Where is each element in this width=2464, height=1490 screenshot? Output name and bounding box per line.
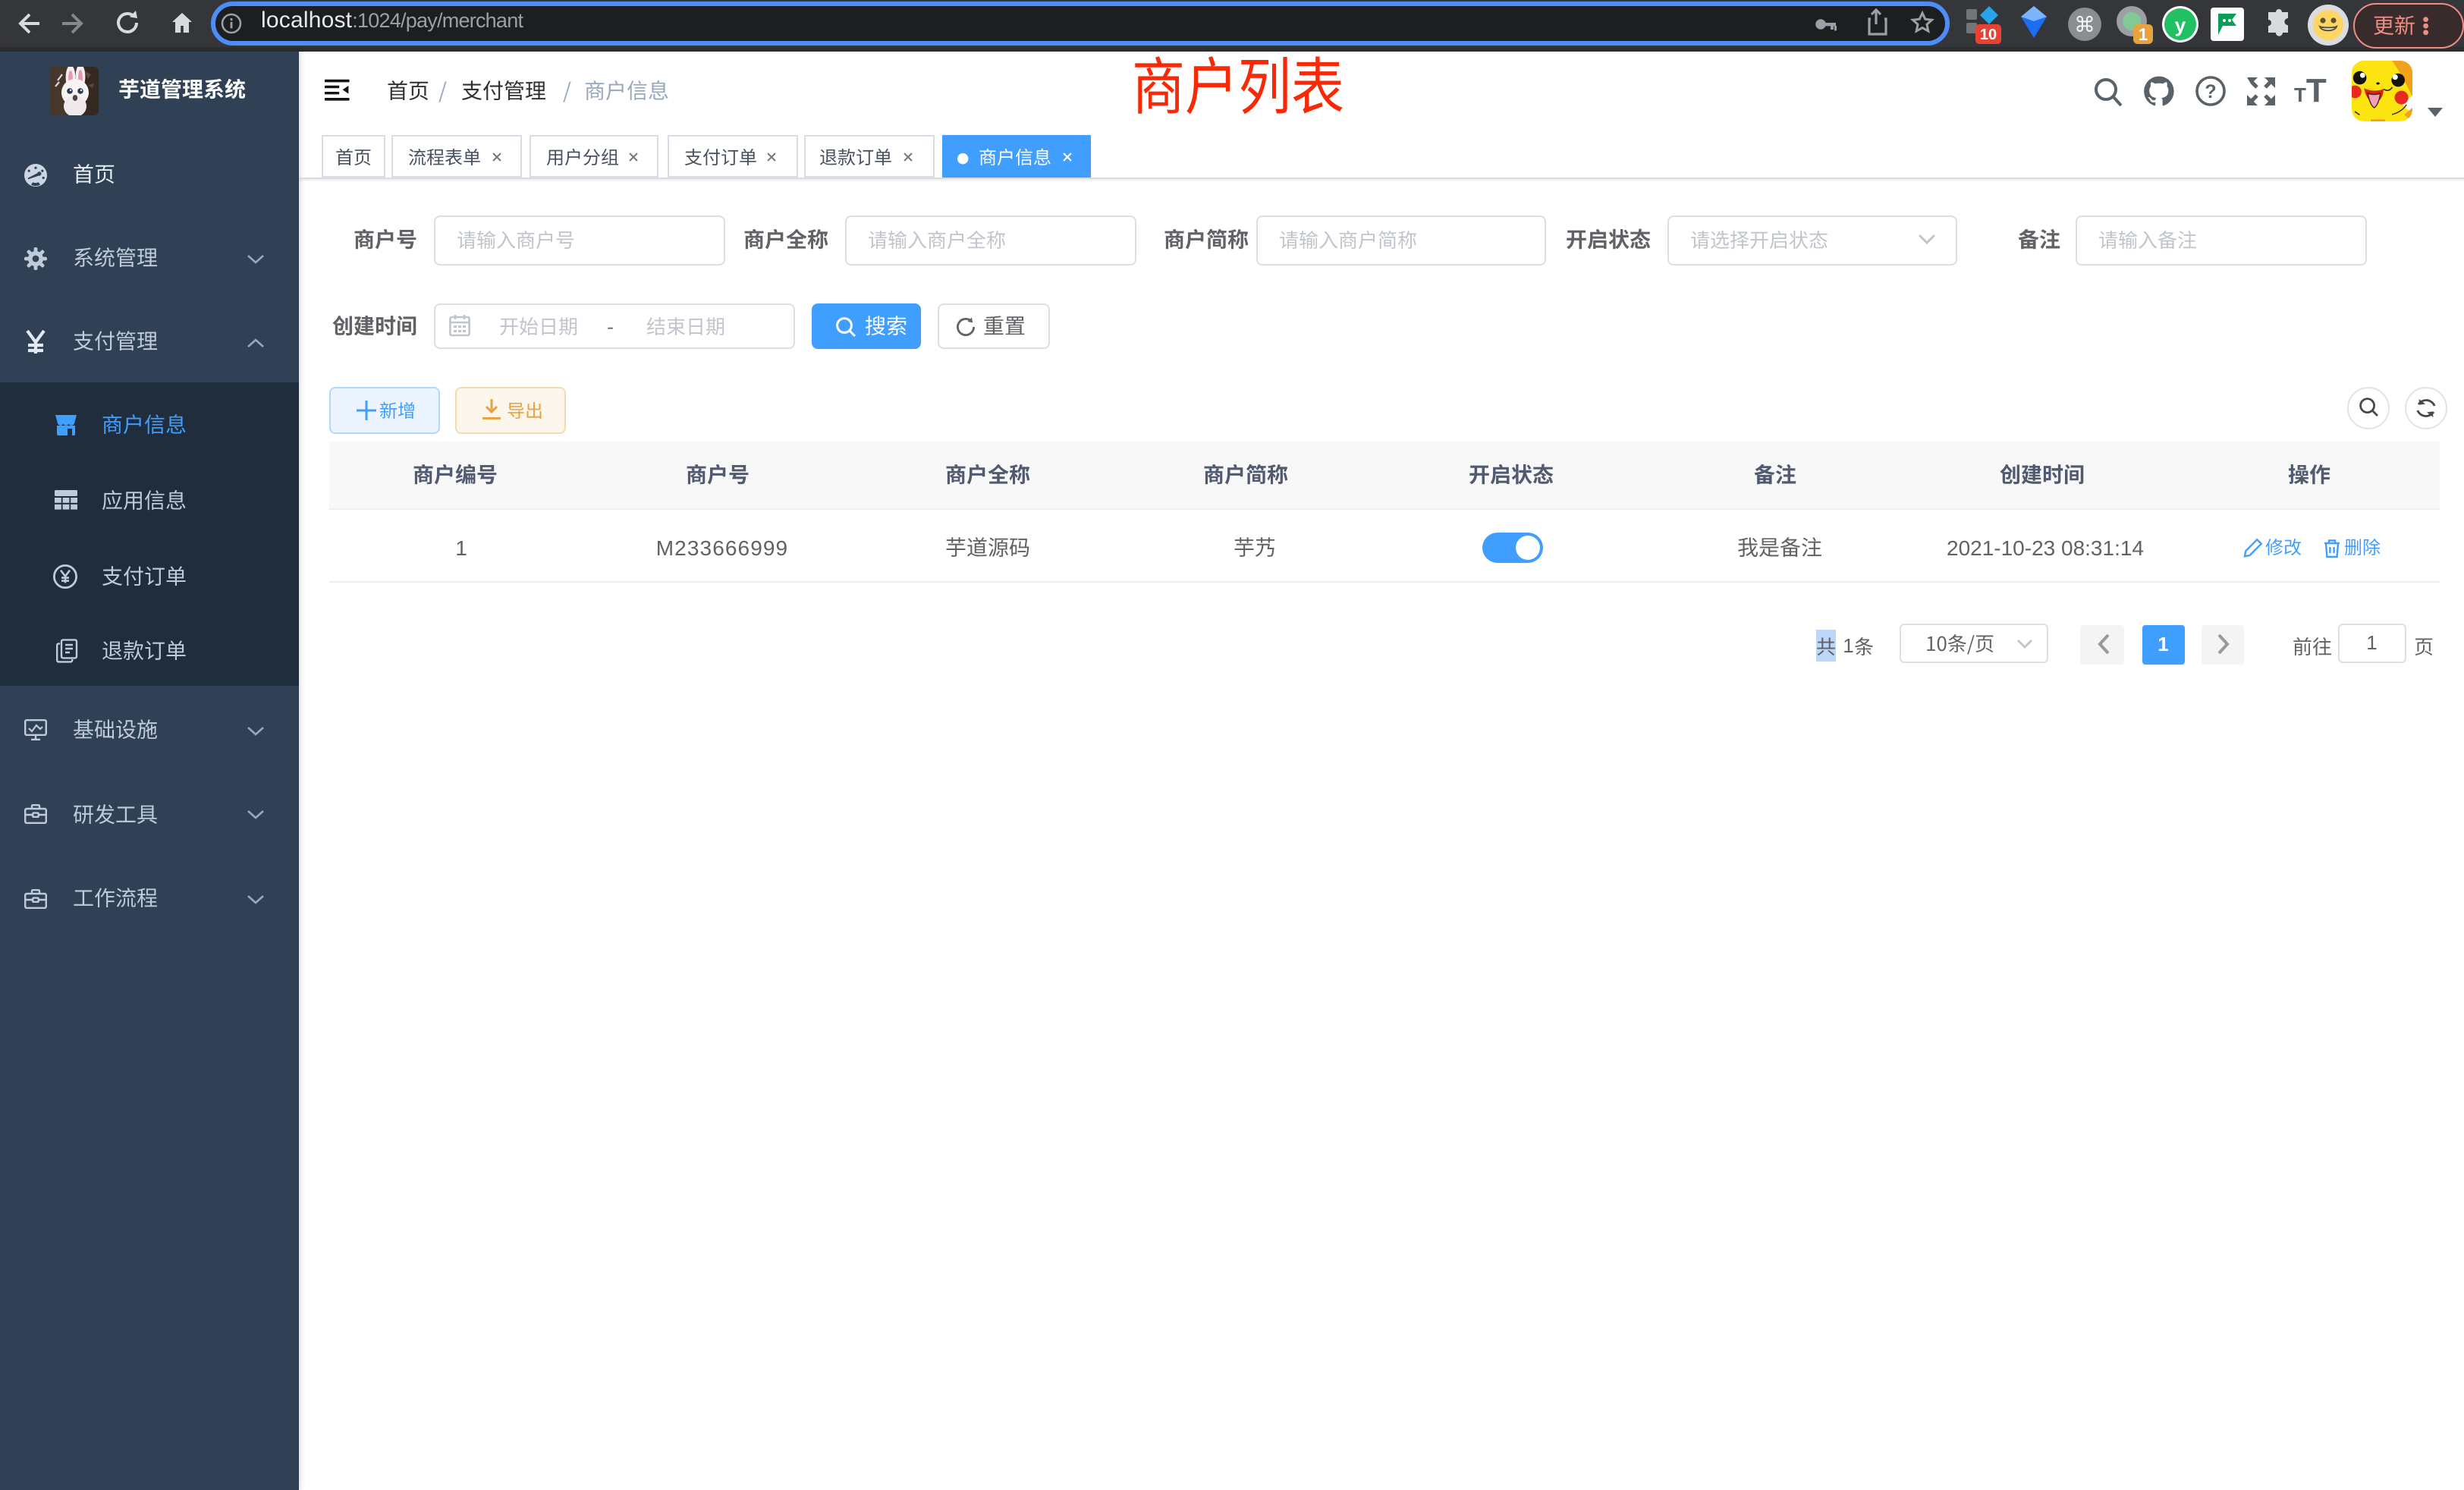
svg-text:?: ? [2205, 81, 2216, 102]
svg-text:y: y [2175, 14, 2186, 36]
svg-text:⌘: ⌘ [2074, 13, 2095, 36]
svg-text:1: 1 [2139, 25, 2148, 44]
svg-text:10: 10 [1980, 27, 1997, 43]
